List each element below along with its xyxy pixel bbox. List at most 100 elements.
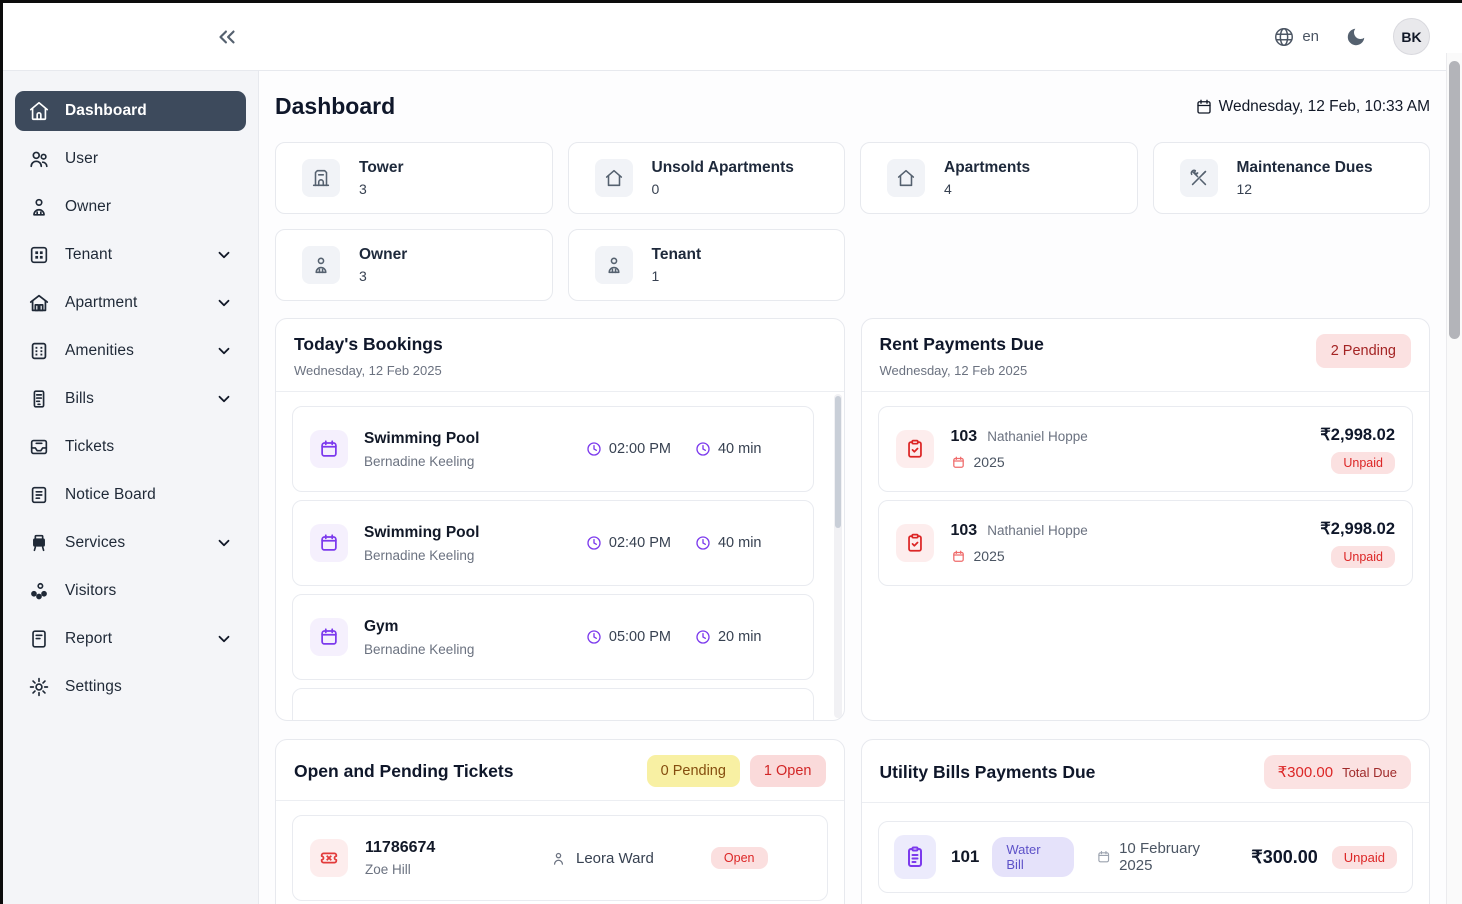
utility-total-badge: ₹300.00 Total Due	[1264, 755, 1411, 789]
stat-value: 1	[652, 268, 702, 284]
sidebar-item-services[interactable]: Services	[15, 523, 246, 563]
rent-tenant-name: Nathaniel Hoppe	[987, 429, 1088, 444]
stat-card-maintenance-dues[interactable]: Maintenance Dues 12	[1153, 142, 1431, 214]
sidebar-item-report[interactable]: Report	[15, 619, 246, 659]
sidebar-item-label: Owner	[65, 198, 111, 216]
stat-value: 4	[944, 181, 1030, 197]
apartment-icon	[28, 292, 50, 314]
stat-card-tenant[interactable]: Tenant 1	[568, 229, 846, 301]
stat-value: 3	[359, 268, 407, 284]
page-scrollbar-thumb[interactable]	[1449, 61, 1460, 339]
bookings-date: Wednesday, 12 Feb 2025	[294, 363, 443, 378]
chevron-down-icon	[215, 342, 233, 360]
sidebar-item-tickets[interactable]: Tickets	[15, 427, 246, 467]
sidebar-item-bills[interactable]: Bills	[15, 379, 246, 419]
bookings-scrollbar[interactable]	[834, 394, 842, 718]
moon-icon	[1345, 26, 1367, 48]
rent-amount: ₹2,998.02	[1320, 425, 1395, 445]
sidebar-item-apartment[interactable]: Apartment	[15, 283, 246, 323]
booking-item[interactable]: Gym Bernadine Keeling 05:00 PM 20 min	[292, 594, 814, 680]
sidebar-item-label: Dashboard	[65, 102, 147, 120]
sidebar-item-label: Visitors	[65, 582, 116, 600]
stat-value: 0	[652, 181, 794, 197]
stat-card-owner[interactable]: Owner 3	[275, 229, 553, 301]
house-icon	[603, 167, 625, 189]
sidebar-item-label: Amenities	[65, 342, 134, 360]
dark-mode-toggle[interactable]	[1345, 26, 1367, 48]
utility-list: 101 Water Bill 10 February 2025 ₹300.00 …	[862, 803, 1430, 901]
sidebar-item-amenities[interactable]: Amenities	[15, 331, 246, 371]
sidebar-item-label: Report	[65, 630, 112, 648]
chevron-down-icon	[215, 630, 233, 648]
user-avatar[interactable]: BK	[1393, 18, 1430, 55]
sidebar-collapse-button[interactable]	[209, 19, 245, 55]
rent-row[interactable]: 103 Nathaniel Hoppe 2025 ₹2,998.02 Unpai…	[878, 500, 1414, 586]
inbox-icon	[28, 436, 50, 458]
tickets-list: 11786674 Zoe Hill Leora Ward Open	[276, 801, 844, 904]
services-icon	[28, 532, 50, 554]
utility-bills-card: Utility Bills Payments Due ₹300.00 Total…	[861, 739, 1431, 904]
booking-item[interactable]: Swimming Pool Bernadine Keeling 02:00 PM…	[292, 406, 814, 492]
tickets-title: Open and Pending Tickets	[294, 761, 513, 782]
chevron-down-icon	[215, 390, 233, 408]
rent-status-badge: Unpaid	[1331, 546, 1395, 568]
sidebar-item-label: Apartment	[65, 294, 137, 312]
rent-payments-card: Rent Payments Due Wednesday, 12 Feb 2025…	[861, 318, 1431, 721]
stat-label: Tenant	[652, 246, 702, 264]
bookings-list: Swimming Pool Bernadine Keeling 02:00 PM…	[276, 392, 844, 720]
booking-person: Bernadine Keeling	[364, 642, 474, 657]
main-content: Dashboard Wednesday, 12 Feb, 10:33 AM To…	[259, 71, 1446, 904]
stat-card-unsold-apartments[interactable]: Unsold Apartments 0	[568, 142, 846, 214]
sidebar-item-label: Tenant	[65, 246, 112, 264]
booking-item[interactable]: Swimming Pool Bernadine Keeling 02:40 PM…	[292, 500, 814, 586]
clock-icon	[586, 535, 602, 551]
sidebar-item-notice-board[interactable]: Notice Board	[15, 475, 246, 515]
stats-grid: Tower 3 Unsold Apartments 0 Apartments 4…	[275, 142, 1430, 301]
stat-value: 12	[1237, 181, 1373, 197]
sidebar-item-visitors[interactable]: Visitors	[15, 571, 246, 611]
language-selector[interactable]: en	[1273, 26, 1319, 48]
rent-title: Rent Payments Due	[880, 334, 1044, 355]
calendar-icon	[1195, 98, 1213, 116]
utility-status-badge: Unpaid	[1332, 846, 1397, 869]
sidebar-item-label: Notice Board	[65, 486, 156, 504]
utility-total-label: Total Due	[1342, 765, 1397, 780]
tenant-person-icon	[603, 254, 625, 276]
gear-icon	[28, 676, 50, 698]
booking-duration: 20 min	[695, 629, 762, 645]
sidebar-item-label: Services	[65, 534, 125, 552]
ticket-id: 11786674	[365, 839, 435, 857]
sidebar-item-label: User	[65, 150, 98, 168]
sidebar-item-user[interactable]: User	[15, 139, 246, 179]
page-scrollbar[interactable]	[1446, 53, 1462, 904]
rent-unit: 103	[951, 428, 978, 446]
clock-icon	[586, 441, 602, 457]
ticket-creator: Zoe Hill	[365, 862, 435, 877]
utility-row[interactable]: 101 Water Bill 10 February 2025 ₹300.00 …	[878, 821, 1414, 893]
notice-board-icon	[28, 484, 50, 506]
rent-unit: 103	[951, 522, 978, 540]
booking-time: 05:00 PM	[586, 629, 671, 645]
rent-row[interactable]: 103 Nathaniel Hoppe 2025 ₹2,998.02 Unpai…	[878, 406, 1414, 492]
clock-icon	[695, 441, 711, 457]
booking-item-partial[interactable]	[292, 688, 814, 720]
chevron-down-icon	[215, 534, 233, 552]
stat-card-apartments[interactable]: Apartments 4	[860, 142, 1138, 214]
double-chevron-left-icon	[214, 24, 240, 50]
stat-card-tower[interactable]: Tower 3	[275, 142, 553, 214]
utility-total-amount: ₹300.00	[1278, 763, 1333, 781]
sidebar-item-label: Settings	[65, 678, 122, 696]
ticket-row[interactable]: 11786674 Zoe Hill Leora Ward Open	[292, 815, 828, 901]
sidebar-item-dashboard[interactable]: Dashboard	[15, 91, 246, 131]
sidebar-item-tenant[interactable]: Tenant	[15, 235, 246, 275]
bookings-scrollbar-thumb[interactable]	[835, 396, 841, 528]
utility-unit: 101	[951, 847, 979, 867]
sidebar-item-settings[interactable]: Settings	[15, 667, 246, 707]
visitors-icon	[28, 580, 50, 602]
sidebar-item-owner[interactable]: Owner	[15, 187, 246, 227]
booking-duration: 40 min	[695, 535, 762, 551]
calendar-icon	[318, 532, 340, 554]
booking-duration: 40 min	[695, 441, 762, 457]
calendar-icon	[318, 438, 340, 460]
calendar-icon	[1096, 849, 1111, 865]
